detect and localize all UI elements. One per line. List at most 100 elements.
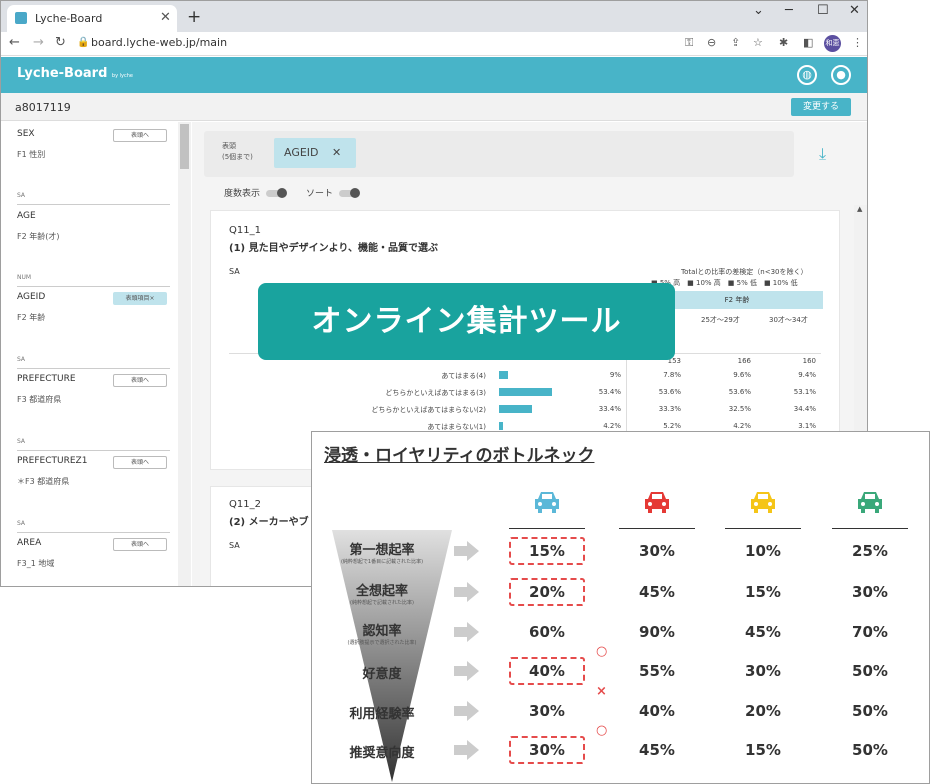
divider	[17, 204, 170, 205]
count-switch[interactable]	[266, 188, 288, 198]
add-header-button[interactable]: 表頭へ	[113, 374, 167, 387]
metric-sub: (純粋想起で記載された比率)	[350, 600, 414, 606]
variable-desc: ＊F3 都道府県	[17, 477, 70, 486]
metric-label: 全想起率	[355, 584, 408, 599]
variable-type: SA	[17, 356, 26, 363]
bottleneck-title: 浸透・ロイヤリティのボトルネック	[324, 446, 595, 466]
arrow-icon	[454, 745, 468, 755]
app-logo[interactable]: Lyche-Board by lyche	[17, 66, 133, 81]
header-label: 表頭 (5個まで)	[222, 141, 253, 163]
header-label-title: 表頭	[222, 142, 236, 150]
metric-label: 第一想起率	[349, 543, 415, 558]
row-cell: 9.6%	[733, 371, 751, 379]
zoom-icon[interactable]: ⊖	[707, 36, 716, 49]
variable-desc: F1 性別	[17, 150, 46, 159]
key-icon[interactable]: ⚿	[685, 36, 693, 50]
reload-icon[interactable]: ↻	[55, 35, 66, 50]
metric-value: 20%	[509, 578, 585, 606]
metric-value: 70%	[852, 623, 888, 641]
row-cell: 33.3%	[658, 405, 681, 413]
metric-value: 30%	[529, 702, 565, 720]
row-cell: 53.6%	[658, 388, 681, 396]
lock-icon: 🔒	[77, 37, 90, 48]
row-bar	[499, 371, 508, 379]
favicon-icon	[15, 12, 27, 24]
header-selection-box: 表頭 (5個まで) AGEID ✕	[204, 131, 794, 177]
new-tab-button[interactable]: +	[187, 7, 201, 27]
tab-close-icon[interactable]: ✕	[160, 10, 171, 25]
legend-title: Totalとの比率の差検定（n<30を除く）	[681, 268, 808, 276]
row-cell: 34.4%	[793, 405, 816, 413]
metric-value: 15%	[745, 741, 781, 759]
variable-desc: F2 年齢	[17, 313, 46, 322]
metric-value: 60%	[529, 623, 565, 641]
row-total: 53.4%	[598, 388, 621, 396]
profile-avatar[interactable]: 和恵	[824, 35, 841, 52]
close-window-icon[interactable]: ✕	[849, 3, 860, 18]
menu-icon[interactable]: ⋮	[852, 36, 863, 49]
metric-value: 45%	[639, 583, 675, 601]
col-group-header: F2 年齢	[651, 291, 823, 309]
metric-value: 15%	[509, 537, 585, 565]
question-type: SA	[229, 267, 240, 276]
metric-value: 50%	[852, 662, 888, 680]
metric-label: 推奨意向度	[349, 746, 415, 761]
chip-close-icon[interactable]: ✕	[332, 146, 341, 159]
url-field[interactable]: board.lyche-web.jp/main	[91, 36, 227, 49]
back-icon[interactable]: ←	[9, 35, 20, 50]
maximize-icon[interactable]: ☐	[817, 3, 829, 18]
question-text: (2) メーカーやブ	[229, 517, 309, 528]
row-cell: 5.2%	[663, 422, 681, 430]
share-icon[interactable]: ⇪	[731, 36, 740, 49]
remove-header-button[interactable]: 表頭項目×	[113, 292, 167, 305]
car-underline	[725, 528, 801, 529]
row-cell: 7.8%	[663, 371, 681, 379]
sidebar-scroll-thumb[interactable]	[180, 124, 189, 169]
metric-value: 30%	[852, 583, 888, 601]
metric-value: 30%	[745, 662, 781, 680]
add-header-button[interactable]: 表頭へ	[113, 129, 167, 142]
download-icon[interactable]: ⤓	[819, 144, 826, 164]
browser-tab[interactable]: Lyche-Board ✕	[7, 5, 177, 32]
metric-value: 55%	[639, 662, 675, 680]
variable-type: NUM	[17, 274, 32, 281]
header-chip-ageid[interactable]: AGEID ✕	[274, 138, 356, 168]
car-icon	[748, 487, 778, 517]
metric-value: 25%	[852, 542, 888, 560]
variable-type: SA	[17, 438, 26, 445]
row-label: どちらかといえばあてはまらない(2)	[371, 406, 486, 414]
circle-mark-icon: ○	[596, 723, 608, 738]
metric-value: 40%	[639, 702, 675, 720]
user-bar: a8017119 変更する	[1, 93, 867, 121]
change-button[interactable]: 変更する	[791, 98, 851, 116]
metric-value: 30%	[639, 542, 675, 560]
n-cell: 166	[737, 357, 751, 365]
forward-icon[interactable]: →	[33, 35, 44, 50]
add-header-button[interactable]: 表頭へ	[113, 538, 167, 551]
divider	[17, 450, 170, 451]
arrow-head-icon	[467, 661, 479, 681]
sort-switch[interactable]	[339, 188, 361, 198]
tab-search-icon[interactable]: ⌄	[753, 3, 764, 18]
sort-toggle[interactable]: ソート	[306, 186, 361, 199]
variable-title: AGEID	[17, 292, 46, 302]
account-icon[interactable]: ●	[831, 65, 851, 85]
sidepanel-icon[interactable]: ◧	[803, 36, 813, 49]
add-header-button[interactable]: 表頭へ	[113, 456, 167, 469]
count-toggle[interactable]: 度数表示	[224, 186, 288, 199]
scroll-up-icon[interactable]: ▲	[857, 205, 862, 213]
metric-value: 50%	[852, 702, 888, 720]
metric-label: 利用経験率	[349, 707, 415, 722]
logo-sub: by lyche	[111, 73, 133, 79]
divider	[17, 286, 170, 287]
globe-icon[interactable]: ◍	[797, 65, 817, 85]
car-underline	[832, 528, 908, 529]
star-icon[interactable]: ☆	[753, 36, 763, 49]
extensions-icon[interactable]: ✱	[779, 36, 788, 49]
metric-value: 45%	[639, 741, 675, 759]
row-cell: 4.2%	[733, 422, 751, 430]
minimize-icon[interactable]: ─	[785, 3, 793, 18]
row-label: どちらかといえばあてはまる(3)	[385, 389, 486, 397]
sidebar-scrollbar[interactable]	[178, 122, 191, 586]
row-total: 33.4%	[598, 405, 621, 413]
